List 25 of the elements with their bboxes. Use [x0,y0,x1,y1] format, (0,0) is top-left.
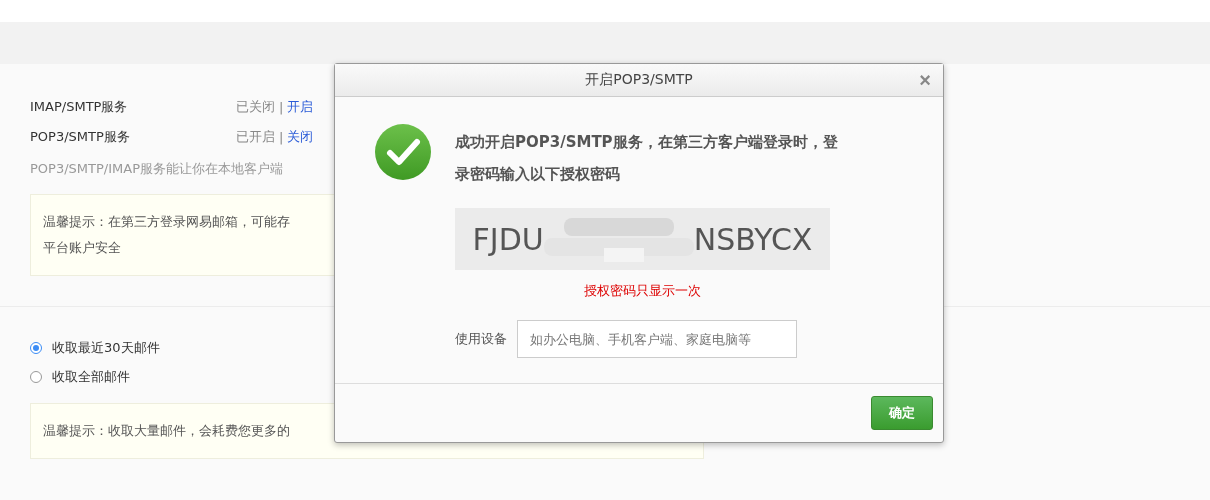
radio-button[interactable] [30,341,42,354]
success-message: 成功开启POP3/SMTP服务，在第三方客户端登录时，登录密码输入以下授权密码 [455,132,839,185]
tip-text: 平台账户安全 [43,239,121,257]
device-label: 使用设备 [455,330,507,348]
device-input-field[interactable]: 如办公电脑、手机客户端、家庭电脑等 [517,320,797,358]
tip-text: 温馨提示：收取大量邮件，会耗费您更多的 [43,422,290,440]
tip-text: 温馨提示：在第三方登录网易邮箱，可能存 [43,213,290,231]
radio-button[interactable] [30,370,42,383]
code-text: NSBYCX [693,221,813,257]
radio-label[interactable]: 收取最近30天邮件 [52,338,160,357]
description-text: POP3/SMTP/IMAP服务能让你在本地客户端 [30,160,284,178]
toggle-link[interactable]: 开启 [287,98,314,116]
service-status: 已关闭 [236,98,275,116]
toggle-link[interactable]: 关闭 [287,128,314,146]
close-button[interactable]: × [919,69,931,92]
separator-text: | [279,99,284,115]
success-check-icon [375,124,431,180]
warning-text: 授权密码只显示一次 [584,283,701,298]
service-name: POP3/SMTP服务 [30,128,131,146]
service-name: IMAP/SMTP服务 [30,98,129,116]
radio-label[interactable]: 收取全部邮件 [52,367,130,386]
service-status: 已开启 [236,128,275,146]
separator-text: | [279,129,284,145]
dialog-title: 开启POP3/SMTP [585,71,693,89]
code-text: FJDU [472,221,544,257]
